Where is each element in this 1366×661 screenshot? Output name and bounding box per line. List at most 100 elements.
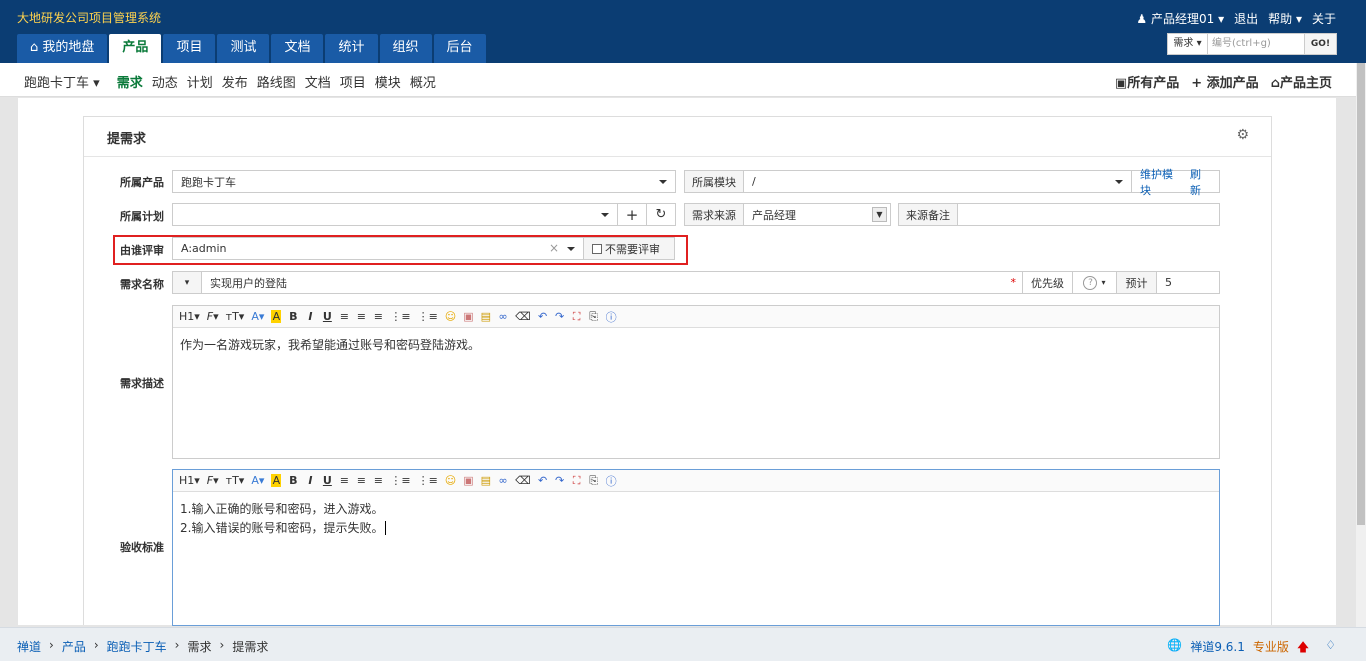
product-home-link[interactable]: ⌂产品主页 — [1271, 72, 1332, 91]
font-size-icon[interactable]: тT▾ — [226, 474, 245, 487]
module-select[interactable]: / — [743, 170, 1132, 193]
align-right-icon[interactable]: ≡ — [373, 310, 383, 323]
code-icon[interactable]: ▤ — [481, 474, 491, 487]
product-switcher[interactable]: 跑跑卡丁车 ▾ — [24, 72, 100, 91]
reviewer-select[interactable]: A:admin × — [172, 237, 584, 260]
no-review-checkbox[interactable] — [592, 243, 602, 254]
maintain-module-link[interactable]: 维护模块 — [1140, 166, 1182, 198]
desc-editor[interactable]: H1▾ F▾ тT▾ A▾ A B I U ≡ ≡ ≡ ⋮≡ ⋮≡ ☺ ▣ ▤ … — [172, 305, 1220, 459]
highlight-icon[interactable]: A — [271, 474, 282, 487]
heading-icon[interactable]: H1▾ — [179, 474, 200, 487]
undo-icon[interactable]: ↶ — [538, 310, 548, 323]
help-menu[interactable]: 帮助 ▾ — [1268, 10, 1302, 27]
ordered-list-icon[interactable]: ⋮≡ — [390, 474, 410, 487]
user-menu[interactable]: ♟ 产品经理01 ▾ — [1136, 10, 1224, 27]
bold-icon[interactable]: B — [288, 310, 298, 323]
align-center-icon[interactable]: ≡ — [356, 310, 366, 323]
font-color-icon[interactable]: A▾ — [251, 310, 264, 323]
add-product-link[interactable]: + 添加产品 — [1191, 72, 1258, 91]
subnav-roadmap[interactable]: 路线图 — [257, 72, 296, 91]
italic-icon[interactable]: I — [305, 474, 315, 487]
about-link[interactable]: 关于 — [1312, 10, 1336, 27]
link-icon[interactable]: ∞ — [498, 310, 508, 323]
verify-editor[interactable]: H1▾ F▾ тT▾ A▾ A B I U ≡ ≡ ≡ ⋮≡ ⋮≡ ☺ ▣ ▤ … — [172, 469, 1220, 626]
clear-icon[interactable]: × — [549, 241, 559, 255]
breadcrumb-product-name[interactable]: 跑跑卡丁车 — [107, 638, 167, 655]
refresh-link[interactable]: 刷新 — [1190, 166, 1211, 198]
ordered-list-icon[interactable]: ⋮≡ — [390, 310, 410, 323]
subnav-doc[interactable]: 文档 — [305, 72, 331, 91]
logout-link[interactable]: 退出 — [1234, 10, 1258, 27]
italic-icon[interactable]: I — [305, 310, 315, 323]
edition-link[interactable]: 专业版 — [1253, 638, 1289, 659]
bullet-list-icon[interactable]: ⋮≡ — [418, 310, 438, 323]
link-icon[interactable]: ∞ — [498, 474, 508, 487]
redo-icon[interactable]: ↷ — [555, 474, 565, 487]
font-color-icon[interactable]: A▾ — [251, 474, 264, 487]
undo-icon[interactable]: ↶ — [538, 474, 548, 487]
underline-icon[interactable]: U — [322, 474, 332, 487]
tab-admin[interactable]: 后台 — [433, 34, 486, 63]
page-scrollbar[interactable] — [1356, 63, 1366, 648]
refresh-plan-button[interactable]: ↻ — [646, 203, 676, 226]
all-products-link[interactable]: ▣所有产品 — [1115, 72, 1179, 91]
align-center-icon[interactable]: ≡ — [356, 474, 366, 487]
redo-icon[interactable]: ↷ — [555, 310, 565, 323]
tab-report[interactable]: 统计 — [325, 34, 378, 63]
paste-icon[interactable]: ⎘ — [589, 474, 599, 488]
subnav-project[interactable]: 项目 — [340, 72, 366, 91]
subnav-release[interactable]: 发布 — [222, 72, 248, 91]
breadcrumb-home[interactable]: 禅道 — [17, 638, 41, 655]
desc-editor-content[interactable]: 作为一名游戏玩家，我希望能通过账号和密码登陆游戏。 — [173, 328, 1219, 363]
emoji-icon[interactable]: ☺ — [445, 310, 456, 323]
code-icon[interactable]: ▤ — [481, 310, 491, 323]
align-left-icon[interactable]: ≡ — [339, 310, 349, 323]
font-family-icon[interactable]: F▾ — [207, 474, 219, 487]
eraser-icon[interactable]: ⌫ — [515, 310, 531, 323]
source-note-input[interactable] — [957, 203, 1220, 226]
highlight-icon[interactable]: A — [271, 310, 282, 323]
bell-icon[interactable]: ♢ — [1325, 638, 1336, 659]
breadcrumb-product[interactable]: 产品 — [62, 638, 86, 655]
help-icon[interactable]: ⓘ — [606, 473, 617, 489]
tab-company[interactable]: 组织 — [379, 34, 432, 63]
font-size-icon[interactable]: тT▾ — [226, 310, 245, 323]
gear-icon[interactable]: ⚙ — [1236, 127, 1249, 143]
emoji-icon[interactable]: ☺ — [445, 474, 456, 487]
align-left-icon[interactable]: ≡ — [339, 474, 349, 487]
add-plan-button[interactable]: + — [617, 203, 647, 226]
subnav-story[interactable]: 需求 — [117, 72, 143, 91]
image-icon[interactable]: ▣ — [463, 474, 473, 487]
search-go-button[interactable]: GO! — [1304, 34, 1336, 54]
no-review-option[interactable]: 不需要评审 — [583, 237, 675, 260]
tab-doc[interactable]: 文档 — [271, 34, 324, 63]
bold-icon[interactable]: B — [288, 474, 298, 487]
plan-select[interactable] — [172, 203, 618, 226]
color-picker-button[interactable]: ▾ — [172, 271, 202, 294]
fullscreen-icon[interactable]: ⛶ — [572, 310, 582, 324]
tab-my[interactable]: ⌂ 我的地盘 — [17, 34, 108, 63]
priority-select[interactable]: ? ▾ — [1072, 271, 1117, 294]
paste-icon[interactable]: ⎘ — [589, 310, 599, 324]
search-input[interactable]: 编号(ctrl+g) — [1208, 34, 1304, 54]
subnav-dynamic[interactable]: 动态 — [152, 72, 178, 91]
subnav-plan[interactable]: 计划 — [187, 72, 213, 91]
heading-icon[interactable]: H1▾ — [179, 310, 200, 323]
tab-project[interactable]: 项目 — [163, 34, 216, 63]
subnav-module[interactable]: 模块 — [375, 72, 401, 91]
verify-editor-content[interactable]: 1.输入正确的账号和密码，进入游戏。 2.输入错误的账号和密码，提示失败。 — [173, 492, 1219, 546]
underline-icon[interactable]: U — [322, 310, 332, 323]
align-right-icon[interactable]: ≡ — [373, 474, 383, 487]
eraser-icon[interactable]: ⌫ — [515, 474, 531, 487]
tab-test[interactable]: 测试 — [217, 34, 270, 63]
bullet-list-icon[interactable]: ⋮≡ — [418, 474, 438, 487]
fullscreen-icon[interactable]: ⛶ — [572, 474, 582, 488]
subnav-view[interactable]: 概况 — [410, 72, 436, 91]
version-link[interactable]: 禅道9.6.1 — [1190, 638, 1245, 659]
tab-product[interactable]: 产品 — [109, 34, 162, 63]
help-icon[interactable]: ⓘ — [606, 309, 617, 325]
font-family-icon[interactable]: F▾ — [207, 310, 219, 323]
product-select[interactable]: 跑跑卡丁车 — [172, 170, 676, 193]
upgrade-arrow-icon[interactable]: 🡅 — [1297, 638, 1309, 659]
scrollbar-thumb[interactable] — [1357, 63, 1365, 525]
